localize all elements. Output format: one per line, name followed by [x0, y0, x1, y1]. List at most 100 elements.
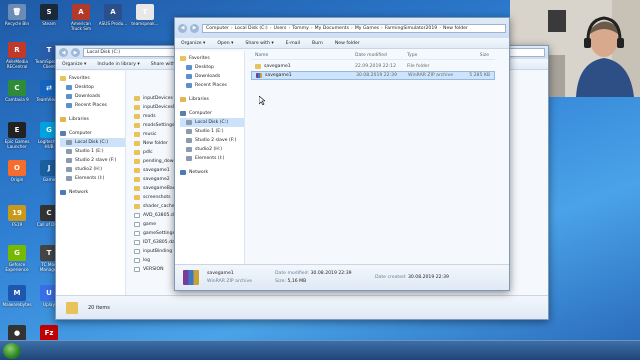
forward-icon[interactable]: ▶: [71, 48, 80, 57]
column-headers: Name Date modified Type Size: [251, 51, 495, 60]
nav-network[interactable]: Network: [180, 168, 244, 177]
downloads-icon: [66, 94, 72, 99]
nav-desktop[interactable]: Desktop: [60, 83, 125, 92]
nav-local-disk[interactable]: Local Disk (C:): [60, 138, 125, 147]
folder-icon: [66, 301, 78, 314]
desktop-icon-item[interactable]: 🗑 Recycle Bin: [2, 4, 32, 26]
file-name: savegame2: [143, 177, 170, 182]
nav-downloads[interactable]: Downloads: [60, 92, 125, 101]
nav-studio1[interactable]: Studio 1 (E:): [60, 147, 125, 156]
folder-icon: [134, 123, 140, 128]
desktop-icon-item[interactable]: C Camtasia 9: [2, 80, 32, 102]
desktop-icon-label: Epic Games Launcher: [4, 139, 30, 149]
breadcrumb-item[interactable]: Computer: [206, 26, 229, 31]
desktop-icon: [186, 65, 192, 70]
breadcrumb-item[interactable]: Local Disk (C:): [235, 26, 268, 31]
nav-elements[interactable]: Elements (I:): [180, 154, 244, 163]
breadcrumb-separator-icon[interactable]: ›: [381, 26, 383, 31]
nav-studio2-slave[interactable]: Studio 2 slave (F:): [180, 136, 244, 145]
file-name: IDT_63805.dat: [143, 240, 177, 245]
breadcrumb-separator-icon[interactable]: ›: [288, 26, 290, 31]
nav-local-disk[interactable]: Local Disk (C:): [180, 118, 244, 127]
breadcrumb-separator-icon[interactable]: ›: [270, 26, 272, 31]
back-icon[interactable]: ◀: [178, 23, 187, 33]
app-icon: A: [72, 4, 90, 20]
nav-computer[interactable]: Computer: [60, 129, 125, 138]
status-bar: 20 items: [56, 295, 548, 319]
column-date-modified[interactable]: Date modified: [355, 53, 407, 58]
desktop-icon-item[interactable]: A ASUS Produ...: [98, 4, 128, 26]
desktop-icon-item[interactable]: G Geforce Experience: [2, 245, 32, 272]
table-row[interactable]: savegame1 30.08.2019 22:39 WinRAR ZIP arch…: [251, 71, 495, 80]
nav-downloads[interactable]: Downloads: [180, 72, 244, 81]
file-icon: [134, 258, 140, 263]
recent-places-icon: [66, 103, 72, 108]
nav-studio2-slave[interactable]: Studio 2 slave (F:): [60, 156, 125, 165]
nav-studio2[interactable]: studio2 (H:): [180, 145, 244, 154]
nav-libraries[interactable]: Libraries: [60, 115, 125, 124]
nav-favorites[interactable]: Favorites: [180, 54, 244, 63]
column-type[interactable]: Type: [407, 53, 457, 58]
nav-network[interactable]: Network: [60, 188, 125, 197]
breadcrumb-item[interactable]: FarmingSimulator2019: [385, 26, 437, 31]
breadcrumb-separator-icon[interactable]: ›: [231, 26, 233, 31]
column-size[interactable]: Size: [457, 53, 489, 58]
nav-libraries[interactable]: Libraries: [180, 95, 244, 104]
column-name[interactable]: Name: [251, 53, 355, 58]
breadcrumb-separator-icon[interactable]: ›: [439, 26, 441, 31]
back-icon[interactable]: ◀: [59, 48, 68, 57]
burn-button[interactable]: Burn: [312, 41, 323, 46]
file-name: New folder: [143, 141, 168, 146]
desktop-icon-label: teamspeak...: [131, 21, 159, 26]
email-button[interactable]: E-mail: [286, 41, 300, 46]
nav-studio1[interactable]: Studio 1 (E:): [180, 127, 244, 136]
breadcrumb-item[interactable]: My Documents: [315, 26, 349, 31]
file-name: shader_cache: [143, 204, 175, 209]
share-with-button[interactable]: Share with ▾: [245, 41, 273, 46]
nav-computer[interactable]: Computer: [180, 109, 244, 118]
nav-recent-places[interactable]: Recent Places: [60, 101, 125, 110]
star-icon: [60, 76, 66, 81]
app-icon: G: [8, 245, 26, 261]
nav-recent-places[interactable]: Recent Places: [180, 81, 244, 90]
desktop-icon-item[interactable]: M Malwarebytes: [2, 285, 32, 307]
table-row[interactable]: savegame1 22.09.2019 22:12 File folder: [251, 62, 495, 71]
nav-favorites[interactable]: Favorites: [60, 74, 125, 83]
folder-icon: [134, 150, 140, 155]
forward-icon[interactable]: ▶: [190, 23, 199, 33]
file-name: savegame1: [143, 168, 170, 173]
cell-name: savegame1: [252, 73, 356, 78]
cell-name: savegame1: [251, 64, 355, 69]
breadcrumb-separator-icon[interactable]: ›: [351, 26, 353, 31]
nav-elements[interactable]: Elements (I:): [60, 174, 125, 183]
include-library-button[interactable]: Include in library ▾: [97, 62, 139, 67]
organize-button[interactable]: Organize ▾: [181, 41, 205, 46]
breadcrumb-item[interactable]: New folder: [443, 26, 468, 31]
navigation-pane: Favorites Desktop Downloads Recent Place…: [56, 71, 126, 296]
desktop-icon-item[interactable]: A American Truck Sim: [66, 4, 96, 31]
open-button[interactable]: Open ▾: [217, 41, 233, 46]
desktop-icon-item[interactable]: E Epic Games Launcher: [2, 122, 32, 149]
breadcrumb-separator-icon[interactable]: ›: [311, 26, 313, 31]
file-name: gameSettings: [143, 231, 175, 236]
breadcrumb-item[interactable]: Users: [274, 26, 287, 31]
nav-studio2[interactable]: studio2 (H:): [60, 165, 125, 174]
desktop-icon-item[interactable]: Tteamspeak...: [130, 4, 160, 26]
desktop-icon-item[interactable]: O Origin: [2, 160, 32, 182]
new-folder-button[interactable]: New folder: [335, 41, 360, 46]
start-button[interactable]: [3, 343, 21, 359]
organize-button[interactable]: Organize ▾: [62, 62, 86, 67]
breadcrumb[interactable]: Computer › Local Disk (C:) › Users › Tommy › My …: [202, 23, 506, 33]
downloads-icon: [186, 74, 192, 79]
desktop-icon-item[interactable]: 19 FS19: [2, 205, 32, 227]
nav-desktop[interactable]: Desktop: [180, 63, 244, 72]
desktop-icon-item[interactable]: S Steam: [34, 4, 64, 26]
desktop-icon-label: AVerMedia RECentral: [5, 59, 28, 69]
breadcrumb-item[interactable]: Tommy: [292, 26, 309, 31]
file-name: savegame1: [265, 73, 292, 78]
details-size-label: Size:: [275, 279, 286, 284]
details-modified-value: 30.08.2019 22:39: [310, 271, 352, 276]
desktop-icon-item[interactable]: R AVerMedia RECentral: [2, 42, 32, 69]
breadcrumb-item[interactable]: My Games: [355, 26, 379, 31]
winrar-archive-icon: [183, 270, 199, 285]
